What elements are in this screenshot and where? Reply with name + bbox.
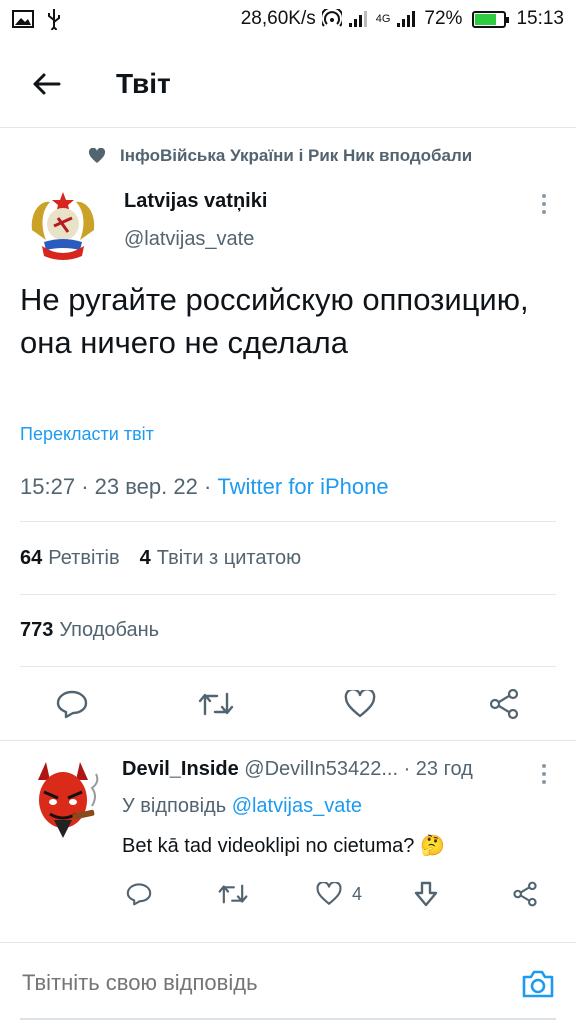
camera-button[interactable] [518, 964, 558, 1004]
likes-stats: 773 Уподобань [20, 619, 159, 642]
back-button[interactable] [26, 66, 66, 102]
divider [20, 594, 556, 595]
like-icon [344, 690, 376, 718]
retweet-icon [198, 692, 234, 716]
reply-text: Bet kā tad videoklipi no cietuma? 🤔 [122, 835, 445, 857]
tweet-text: Не ругайте российскую оппозицию, она нич… [20, 282, 529, 360]
author-avatar[interactable] [20, 180, 106, 266]
reply-reply-button[interactable] [126, 876, 152, 912]
reply-actions: 4 [120, 874, 560, 914]
composer-underline [20, 1018, 556, 1020]
share-icon [513, 881, 537, 907]
quotes-stat[interactable]: 4 Твіти з цитатою [140, 547, 301, 570]
divider [20, 521, 556, 522]
reply-icon [56, 690, 88, 719]
social-context[interactable]: ІнфоВійська України і Рик Ник вподобали [88, 146, 472, 166]
camera-icon [522, 970, 554, 998]
battery-icon [472, 10, 510, 28]
author-name[interactable]: Latvijas vatņiki [124, 190, 267, 213]
replying-to: У відповідь @latvijas_vate [122, 795, 362, 818]
retweets-label: Ретвітів [48, 547, 120, 569]
divider [0, 740, 576, 741]
reply-author-handle[interactable]: @DevilIn53422... [244, 758, 398, 780]
devil-icon [20, 756, 106, 842]
network-type: 4G [375, 13, 391, 25]
retweet-button[interactable] [196, 684, 236, 724]
more-options-button[interactable] [534, 192, 554, 216]
status-bar: 28,60K/s 4G 72% 15:13 [0, 0, 576, 38]
header-divider [0, 127, 576, 128]
clock: 15:13 [516, 8, 564, 29]
reply-button[interactable] [52, 684, 92, 724]
heart-icon [88, 148, 106, 163]
retweet-icon [218, 884, 248, 904]
likes-label: Уподобань [59, 619, 160, 641]
author-handle[interactable]: @latvijas_vate [124, 228, 254, 251]
translate-link[interactable]: Перекласти твіт [20, 424, 154, 445]
battery-level [475, 13, 496, 25]
reply-share-button[interactable] [512, 876, 538, 912]
quotes-label: Твіти з цитатою [156, 547, 302, 569]
tweet-actions [0, 680, 576, 728]
reply-author-avatar[interactable] [20, 756, 106, 842]
tweet-meta: 15:27 · 23 вер. 22 · Twitter for iPhone [20, 474, 389, 500]
reply-vote-down-button[interactable] [414, 876, 438, 912]
signal-icon [348, 10, 370, 28]
reply-time: · 23 год [403, 758, 473, 780]
network-speed: 28,60K/s [240, 8, 316, 29]
reply-icon [126, 883, 152, 906]
page-title: Твіт [116, 68, 171, 99]
replying-handle-link[interactable]: @latvijas_vate [232, 795, 362, 817]
tweet-source[interactable]: Twitter for iPhone [217, 474, 388, 499]
signal-icon [396, 10, 418, 28]
arrow-left-icon [33, 73, 61, 95]
likes-stat[interactable]: 773 Уподобань [20, 619, 159, 642]
like-icon [316, 882, 342, 905]
reply-more-options-button[interactable] [534, 762, 554, 786]
likes-count: 773 [20, 619, 54, 641]
like-button[interactable] [340, 684, 380, 724]
arrow-down-icon [414, 881, 438, 907]
quotes-count: 4 [139, 547, 151, 569]
reply-input[interactable] [22, 970, 442, 996]
meta-separator: · [203, 474, 212, 499]
tweet-date: 23 вер. 22 [94, 474, 198, 499]
share-icon [489, 688, 519, 720]
divider [0, 942, 576, 943]
app-bar: Твіт [0, 48, 576, 120]
replying-prefix: У відповідь [122, 795, 227, 817]
hotspot-icon [321, 9, 342, 29]
reply-retweet-button[interactable] [218, 876, 248, 912]
reply-author-name[interactable]: Devil_Inside [122, 758, 239, 780]
engagement-stats: 64 Ретвітів 4 Твіти з цитатою [20, 547, 301, 570]
gallery-icon [12, 10, 34, 28]
social-context-text: ІнфоВійська України і Рик Ник вподобали [120, 146, 473, 165]
reply-likes-count: 4 [352, 883, 363, 904]
meta-separator: · [81, 474, 89, 499]
share-button[interactable] [484, 684, 524, 724]
retweets-count: 64 [20, 547, 43, 569]
battery-percent: 72% [424, 8, 463, 29]
divider [20, 666, 556, 667]
emblem-icon [20, 180, 106, 266]
tweet-time: 15:27 [20, 474, 76, 499]
retweets-stat[interactable]: 64 Ретвітів [20, 547, 120, 570]
reply-like-button[interactable]: 4 [316, 876, 362, 912]
reply-header: Devil_Inside @DevilIn53422... · 23 год [122, 758, 473, 781]
usb-icon [46, 8, 62, 30]
reply-composer [0, 944, 576, 1024]
